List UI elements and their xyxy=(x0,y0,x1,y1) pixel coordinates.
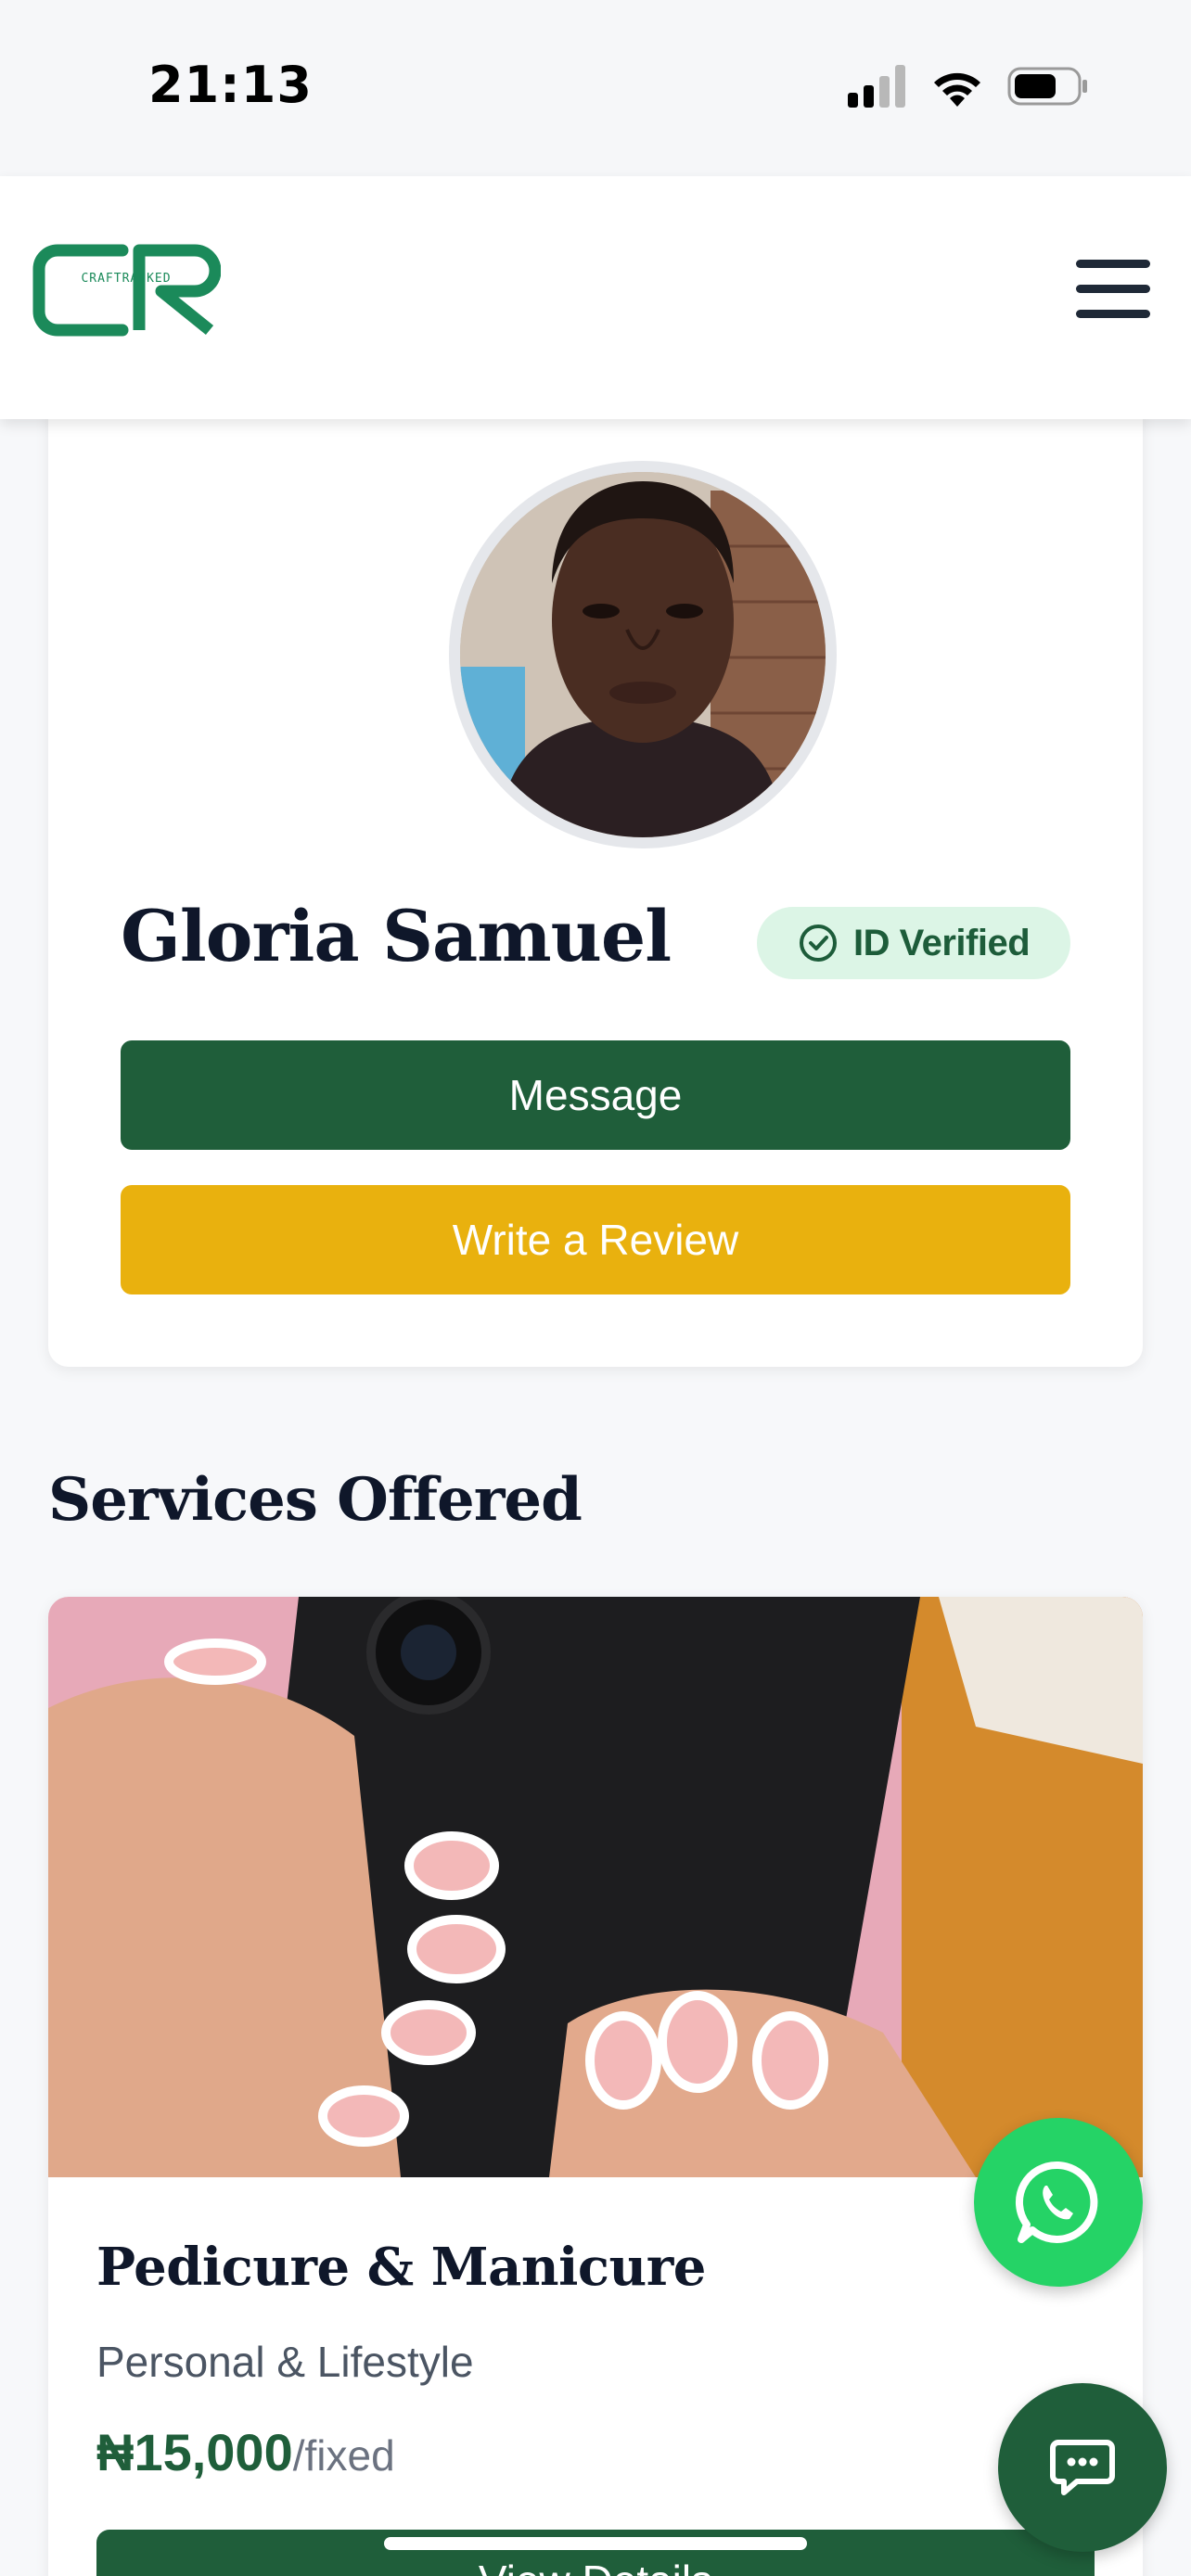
profile-page: 21:13 CRAFTRANKED Gloria Samuel ID Verif… xyxy=(0,0,1191,2576)
home-indicator[interactable] xyxy=(384,2537,807,2550)
verified-badge: ID Verified xyxy=(757,907,1070,979)
status-icons xyxy=(848,65,1089,108)
write-review-button[interactable]: Write a Review xyxy=(121,1185,1070,1294)
service-category: Personal & Lifestyle xyxy=(96,2338,474,2386)
status-bar: 21:13 xyxy=(0,0,1191,176)
craftranked-logo[interactable]: CRAFTRANKED xyxy=(32,243,222,342)
service-card[interactable]: Pedicure & Manicure Personal & Lifestyle… xyxy=(48,1597,1143,2576)
service-name: Pedicure & Manicure xyxy=(96,2237,706,2298)
profile-avatar xyxy=(449,461,837,848)
services-section-title: Services Offered xyxy=(48,1465,583,1535)
profile-card: Gloria Samuel ID Verified Message Write … xyxy=(48,371,1143,1367)
chat-bubble-icon xyxy=(1050,2440,1115,2495)
cellular-signal-icon xyxy=(848,65,905,108)
service-price: ₦15,000/fixed xyxy=(96,2422,395,2482)
hamburger-menu-icon[interactable] xyxy=(1076,260,1154,334)
status-time: 21:13 xyxy=(148,56,313,114)
service-price-unit: /fixed xyxy=(292,2431,395,2480)
verified-label: ID Verified xyxy=(853,922,1031,963)
profile-name: Gloria Samuel xyxy=(121,895,672,977)
service-image xyxy=(48,1597,1143,2177)
app-header: CRAFTRANKED xyxy=(0,176,1191,419)
wifi-icon xyxy=(934,72,980,107)
battery-icon xyxy=(1007,67,1087,106)
whatsapp-icon xyxy=(1015,2161,1098,2243)
whatsapp-button[interactable] xyxy=(974,2118,1143,2287)
message-button[interactable]: Message xyxy=(121,1040,1070,1150)
check-circle-icon xyxy=(800,925,837,962)
chat-support-button[interactable] xyxy=(998,2383,1167,2552)
service-price-amount: ₦15,000 xyxy=(96,2423,293,2481)
svg-text:CRAFTRANKED: CRAFTRANKED xyxy=(81,272,171,286)
